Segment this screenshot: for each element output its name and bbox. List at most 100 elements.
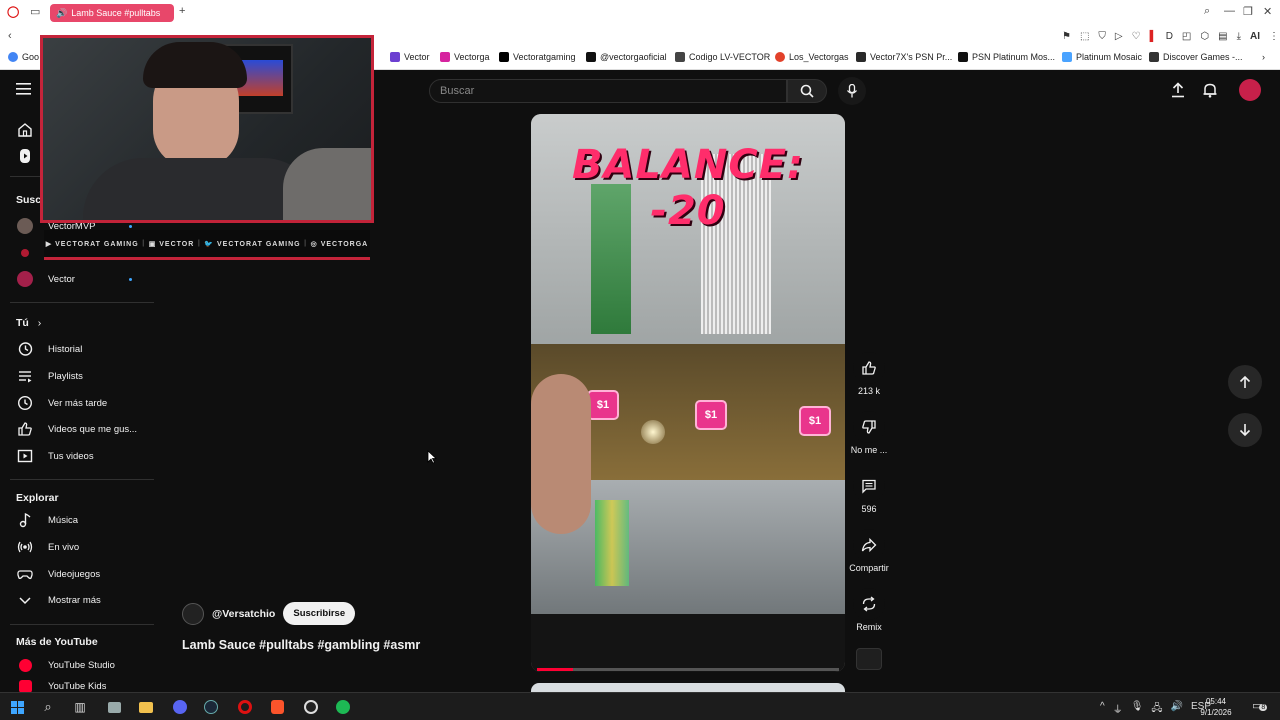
search-button[interactable] bbox=[787, 79, 827, 103]
you-header[interactable]: Tú › bbox=[16, 317, 41, 329]
voice-search-button[interactable] bbox=[838, 77, 866, 105]
sidebar-divider bbox=[10, 302, 154, 303]
wallet-icon[interactable]: ▤ bbox=[1218, 31, 1227, 42]
taskbar-clock[interactable]: 05:44 9/1/2026 bbox=[1196, 696, 1236, 718]
clock-icon bbox=[17, 395, 33, 411]
active-tab[interactable]: 🔊 Lamb Sauce #pulltabs bbox=[50, 4, 174, 22]
sidebar-item-youtube-kids[interactable]: YouTube Kids bbox=[0, 680, 154, 692]
taskbar-search-icon[interactable]: ⌕ bbox=[39, 698, 57, 716]
sidebar-item-playlists[interactable]: Playlists bbox=[0, 364, 154, 388]
heart-icon[interactable]: ♡ bbox=[1132, 31, 1141, 42]
bookmark-icon[interactable]: ⚑ bbox=[1062, 31, 1071, 42]
close-window-button[interactable]: ✕ bbox=[1263, 5, 1272, 18]
hamburger-menu-icon[interactable] bbox=[16, 82, 32, 101]
sidebar-item-liked-videos[interactable]: Videos que me gus... bbox=[0, 417, 154, 441]
task-view-icon[interactable]: ▥ bbox=[71, 698, 89, 716]
like-button[interactable]: 213 k bbox=[852, 352, 886, 396]
sidebar-sub-vector[interactable]: Vector bbox=[0, 267, 154, 291]
bookmarks-overflow[interactable]: › bbox=[1262, 52, 1265, 62]
user-avatar[interactable] bbox=[1239, 79, 1261, 101]
tray-chevron-up-icon[interactable]: ^ bbox=[1100, 701, 1105, 718]
sidebar-divider bbox=[10, 624, 154, 625]
workspaces-icon[interactable]: ▭ bbox=[30, 5, 40, 18]
mic-tray-icon[interactable]: 🎙 bbox=[1131, 701, 1144, 718]
sidebar-item-youtube-studio[interactable]: YouTube Studio bbox=[0, 653, 154, 677]
channel-avatar[interactable] bbox=[182, 602, 204, 625]
aria-icon[interactable]: AI bbox=[1250, 31, 1260, 42]
network-icon[interactable]: 🖧 bbox=[1151, 701, 1162, 718]
bookmark-discover-games[interactable]: Discover Games -... bbox=[1149, 52, 1243, 62]
subscribe-button[interactable]: Suscribirse bbox=[283, 602, 356, 625]
microphone-icon bbox=[846, 84, 858, 98]
upload-icon[interactable] bbox=[1170, 82, 1186, 103]
volume-icon[interactable]: 🔊 bbox=[1171, 701, 1183, 718]
steam-icon[interactable] bbox=[202, 698, 220, 716]
sidebar-item-gaming[interactable]: Videojuegos bbox=[0, 562, 154, 586]
brave-icon[interactable] bbox=[268, 698, 286, 716]
opera-taskbar-icon[interactable] bbox=[236, 698, 254, 716]
windows-taskbar: ⌕ ▥ ^ ⏚ 🎙 🖧 🔊 ESP 05:44 9/1/2026 ▭8 bbox=[0, 692, 1280, 720]
video-bottom-shade bbox=[531, 614, 845, 672]
bookmark-vectorga[interactable]: Vectorga bbox=[440, 52, 490, 62]
minimize-button[interactable]: — bbox=[1224, 5, 1235, 17]
search-tabs-icon[interactable]: ⌕ bbox=[1204, 5, 1210, 18]
layers-icon[interactable]: ◰ bbox=[1182, 31, 1191, 42]
notifications-bell-icon[interactable] bbox=[1202, 82, 1218, 103]
shorts-video-player[interactable]: $1 $1 $1 BALANCE: -20 bbox=[531, 114, 845, 672]
tab-title: Lamb Sauce #pulltabs bbox=[71, 8, 161, 18]
home-icon[interactable] bbox=[17, 122, 33, 143]
bookmark-google[interactable]: Goo bbox=[8, 52, 39, 62]
file-explorer-icon[interactable] bbox=[137, 698, 155, 716]
snapshot-icon[interactable]: ⬚ bbox=[1080, 31, 1089, 42]
next-short-button[interactable] bbox=[1228, 413, 1262, 447]
dislike-button[interactable]: No me ... bbox=[851, 411, 887, 455]
shield-icon[interactable]: ⛉ bbox=[1098, 31, 1106, 42]
sidebar-item-watch-later[interactable]: Ver más tarde bbox=[0, 391, 154, 415]
new-content-dot bbox=[129, 278, 132, 281]
sound-avatar-thumbnail[interactable] bbox=[856, 648, 882, 670]
maximize-button[interactable]: ❐ bbox=[1243, 5, 1253, 18]
sidebar-item-show-more[interactable]: Mostrar más bbox=[0, 588, 154, 612]
bookmark-platinum-mosaic[interactable]: Platinum Mosaic bbox=[1062, 52, 1142, 62]
player-icon[interactable]: ▷ bbox=[1115, 31, 1123, 42]
search-input[interactable]: Buscar bbox=[429, 79, 787, 103]
bookmark-psn-profile[interactable]: Vector7X's PSN Pr... bbox=[856, 52, 952, 62]
sidebar-item-historial[interactable]: Historial bbox=[0, 337, 154, 361]
remix-button[interactable]: Remix bbox=[852, 588, 886, 632]
notification-center-icon[interactable]: ▭8 bbox=[1252, 699, 1268, 712]
windows-start-icon[interactable] bbox=[8, 698, 26, 716]
bookmark-vector[interactable]: Vector bbox=[390, 52, 430, 62]
toolbar-icons: ⚑ ⬚ ⛉ ▷ ♡ ▌ D ◰ ⬡ ▤ ⤓ AI ⋮ bbox=[1062, 31, 1279, 42]
download-icon[interactable]: ⤓ bbox=[1237, 31, 1241, 42]
video-title[interactable]: Lamb Sauce #pulltabs #gambling #asmr bbox=[182, 638, 420, 652]
bookmark-vectoratgaming[interactable]: Vectoratgaming bbox=[499, 52, 576, 62]
extensions-icon[interactable]: ⬡ bbox=[1200, 31, 1209, 42]
extension-d-icon[interactable]: D bbox=[1166, 31, 1173, 42]
obs-icon[interactable] bbox=[302, 698, 320, 716]
opera-logo-icon[interactable]: ◯ bbox=[7, 5, 19, 18]
bookmark-los-vectorgas[interactable]: Los_Vectorgas bbox=[775, 52, 849, 62]
flow-icon[interactable]: ▌ bbox=[1150, 31, 1157, 42]
sidebar-item-your-videos[interactable]: Tus videos bbox=[0, 444, 154, 468]
new-tab-button[interactable]: + bbox=[179, 5, 185, 17]
channel-handle[interactable]: @Versatchio bbox=[212, 608, 275, 620]
subscriptions-header[interactable]: Susc bbox=[16, 194, 41, 206]
bookmark-psn-mosaic[interactable]: PSN Platinum Mos... bbox=[958, 52, 1055, 62]
share-button[interactable]: Compartir bbox=[849, 529, 889, 573]
sidebar-item-music[interactable]: Música bbox=[0, 508, 154, 532]
notification-count: 8 bbox=[1259, 704, 1268, 711]
back-button[interactable]: ‹ bbox=[8, 30, 12, 42]
twitch-icon bbox=[390, 52, 400, 62]
shorts-icon[interactable] bbox=[17, 148, 33, 169]
bookmark-vectorgaoficial[interactable]: @vectorgaoficial bbox=[586, 52, 667, 62]
app-icon[interactable] bbox=[105, 698, 123, 716]
bookmark-codigo[interactable]: Codigo LV-VECTOR bbox=[675, 52, 770, 62]
comments-button[interactable]: 596 bbox=[852, 470, 886, 514]
menu-icon[interactable]: ⋮ bbox=[1269, 31, 1279, 42]
discord-icon[interactable] bbox=[171, 698, 189, 716]
spotify-icon[interactable] bbox=[334, 698, 352, 716]
previous-short-button[interactable] bbox=[1228, 365, 1262, 399]
sidebar-item-live[interactable]: En vivo bbox=[0, 535, 154, 559]
video-progress-bar[interactable] bbox=[537, 668, 839, 671]
usb-icon[interactable]: ⏚ bbox=[1113, 701, 1123, 718]
